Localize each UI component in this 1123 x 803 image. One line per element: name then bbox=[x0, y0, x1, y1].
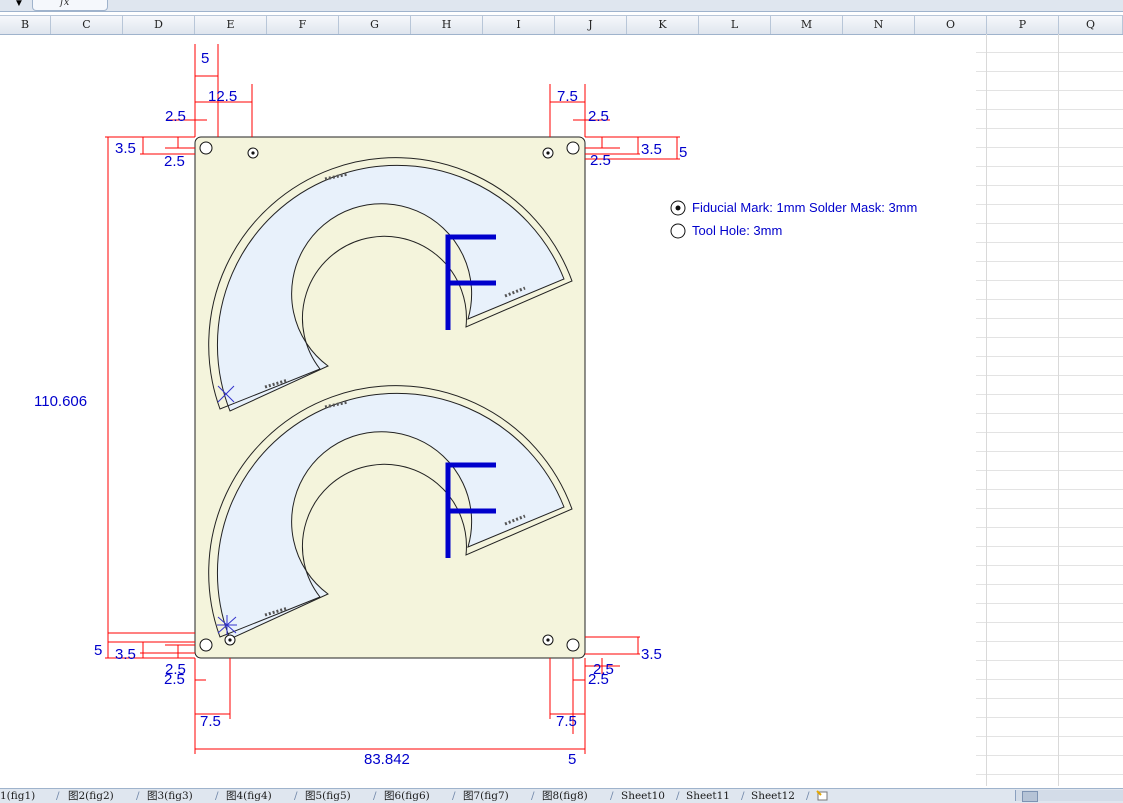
column-header-b[interactable]: B bbox=[0, 16, 51, 34]
dim-top-5: 5 bbox=[201, 50, 209, 67]
column-header-h[interactable]: H bbox=[411, 16, 483, 34]
dim-bottom-right-2-5-b: 2.5 bbox=[588, 671, 609, 688]
column-header-c[interactable]: C bbox=[51, 16, 123, 34]
dim-bottom-7-5-left: 7.5 bbox=[200, 713, 221, 730]
column-header-e[interactable]: E bbox=[195, 16, 267, 34]
dim-right-2-5-top: 2.5 bbox=[590, 152, 611, 169]
dim-top-left-2-5: 2.5 bbox=[165, 108, 186, 125]
sheet-tab-fig3[interactable]: 图3(fig3) bbox=[147, 790, 193, 803]
sheet-tab-sheet11[interactable]: Sheet11 bbox=[686, 790, 730, 803]
column-header-n[interactable]: N bbox=[843, 16, 915, 34]
legend-fiducial: Fiducial Mark: 1mm Solder Mask: 3mm bbox=[692, 200, 917, 215]
insert-function-button[interactable] bbox=[32, 0, 108, 11]
tool-hole-icon bbox=[566, 638, 580, 652]
tool-hole-icon bbox=[199, 638, 213, 652]
dim-bottom-left-5: 5 bbox=[94, 642, 102, 659]
dim-left-2-5-top: 2.5 bbox=[164, 153, 185, 170]
column-header-q[interactable]: Q bbox=[1059, 16, 1123, 34]
column-header-i[interactable]: I bbox=[483, 16, 555, 34]
sheet-tab-fig4[interactable]: 图4(fig4) bbox=[226, 790, 272, 803]
sheet-tab-sheet12[interactable]: Sheet12 bbox=[751, 790, 795, 803]
dim-top-12-5: 12.5 bbox=[208, 88, 237, 105]
sheet-tab-fig5[interactable]: 图5(fig5) bbox=[305, 790, 351, 803]
dim-bottom-right-3-5: 3.5 bbox=[641, 646, 662, 663]
sheet-tab-fig2[interactable]: 图2(fig2) bbox=[68, 790, 114, 803]
column-header-l[interactable]: L bbox=[699, 16, 771, 34]
dim-width-total: 83.842 bbox=[364, 751, 410, 768]
formula-bar: ▼ fx bbox=[0, 0, 1123, 12]
fx-icon: fx bbox=[60, 0, 70, 8]
panel-drawing[interactable]: F F 5 bbox=[0, 34, 975, 786]
column-header-p[interactable]: P bbox=[987, 16, 1059, 34]
dim-bottom-left-3-5: 3.5 bbox=[115, 646, 136, 663]
name-box-dropdown-icon[interactable]: ▼ bbox=[14, 0, 24, 10]
dim-right-3-5-top: 3.5 bbox=[641, 141, 662, 158]
dim-right-5-top: 5 bbox=[679, 144, 687, 161]
insert-sheet-icon[interactable] bbox=[816, 790, 830, 801]
column-header-g[interactable]: G bbox=[339, 16, 411, 34]
dim-bottom-5: 5 bbox=[568, 751, 576, 768]
dim-bottom-left-2-5-b: 2.5 bbox=[164, 671, 185, 688]
legend-tool-hole: Tool Hole: 3mm bbox=[692, 223, 782, 238]
tool-hole-icon bbox=[566, 141, 580, 155]
sheet-tab-fig8[interactable]: 图8(fig8) bbox=[542, 790, 588, 803]
tool-hole-icon bbox=[199, 141, 213, 155]
cell-grid[interactable] bbox=[976, 34, 1123, 786]
dim-bottom-7-5-right: 7.5 bbox=[556, 713, 577, 730]
legend: Fiducial Mark: 1mm Solder Mask: 3mm Tool… bbox=[670, 200, 917, 239]
scrollbar-thumb[interactable] bbox=[1022, 791, 1038, 802]
sheet-tab-fig7[interactable]: 图7(fig7) bbox=[463, 790, 509, 803]
tool-hole-legend-icon bbox=[670, 223, 686, 239]
column-header-m[interactable]: M bbox=[771, 16, 843, 34]
column-header-j[interactable]: J bbox=[555, 16, 627, 34]
column-header-row: B C D E F G H I J K L M N O P Q bbox=[0, 15, 1123, 35]
dim-top-right-2-5: 2.5 bbox=[588, 108, 609, 125]
column-header-d[interactable]: D bbox=[123, 16, 195, 34]
sheet-tab-bar: 1(fig1) / 图2(fig2) / 图3(fig3) / 图4(fig4)… bbox=[0, 788, 1123, 803]
sheet-tab-sheet10[interactable]: Sheet10 bbox=[621, 790, 665, 803]
sheet-tab-fig6[interactable]: 图6(fig6) bbox=[384, 790, 430, 803]
horizontal-scrollbar[interactable] bbox=[1015, 790, 1123, 802]
column-header-o[interactable]: O bbox=[915, 16, 987, 34]
dim-height-total: 110.606 bbox=[34, 393, 87, 410]
dim-top-right-7-5: 7.5 bbox=[557, 88, 578, 105]
sheet-tab-fig1[interactable]: 1(fig1) bbox=[0, 790, 35, 803]
dim-left-3-5-top: 3.5 bbox=[115, 140, 136, 157]
column-header-f[interactable]: F bbox=[267, 16, 339, 34]
column-header-k[interactable]: K bbox=[627, 16, 699, 34]
